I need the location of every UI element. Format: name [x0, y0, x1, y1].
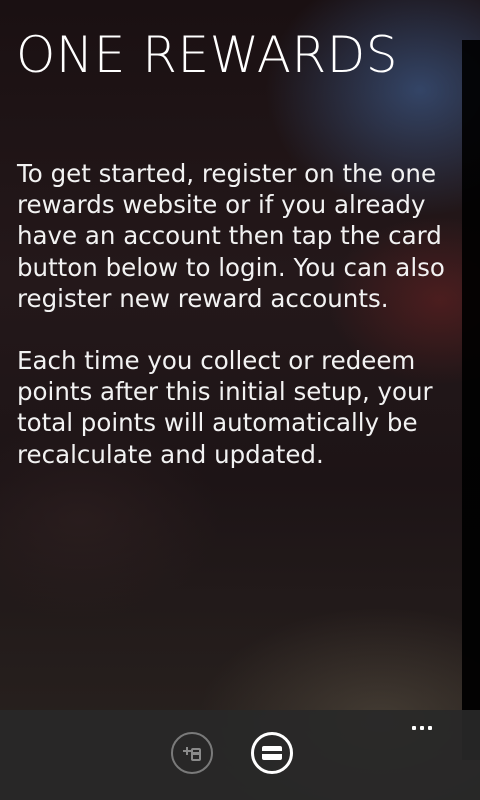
- intro-text: To get started, register on the one rewa…: [17, 158, 457, 501]
- page-title: ONE REWARDS: [16, 26, 398, 84]
- card-button[interactable]: [251, 732, 293, 774]
- card-icon: [262, 746, 282, 760]
- app-screen: ONE REWARDS To get started, register on …: [0, 0, 480, 800]
- background-decoration: [462, 40, 480, 760]
- add-card-button[interactable]: [171, 732, 213, 774]
- intro-paragraph-1: To get started, register on the one rewa…: [17, 159, 445, 313]
- application-bar: [0, 710, 480, 800]
- ellipsis-icon: [412, 726, 416, 730]
- intro-paragraph-2: Each time you collect or redeem points a…: [17, 346, 433, 469]
- more-options-button[interactable]: [412, 722, 442, 734]
- add-card-icon: [183, 747, 201, 761]
